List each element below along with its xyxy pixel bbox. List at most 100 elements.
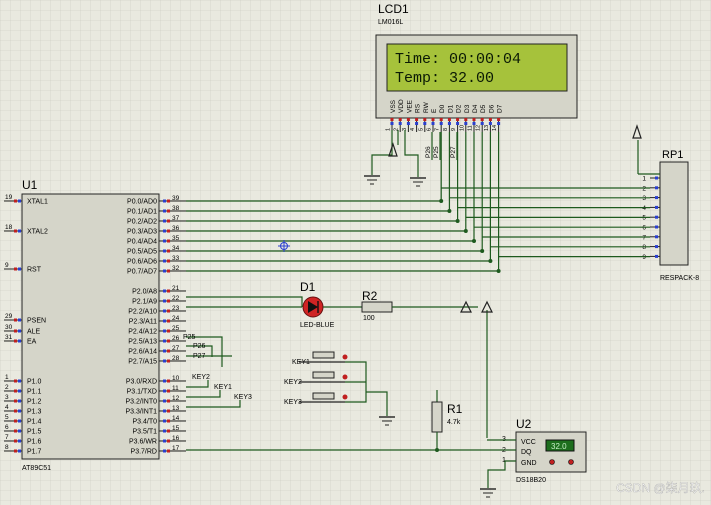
mcu-pin-number: 29 <box>5 313 13 320</box>
rp1-pin-number: 7 <box>642 234 646 241</box>
mcu-pin-name: P3.0/RXD <box>126 379 157 386</box>
mcu-pin-name: RST <box>27 267 42 274</box>
mcu-pin-name: P1.5 <box>27 429 42 436</box>
mcu-pin-number: 9 <box>5 262 9 269</box>
mcu-pin-name: P0.1/AD1 <box>127 209 157 216</box>
rp1-pin-number: 4 <box>642 205 646 212</box>
mcu-pin-name: P3.4/T0 <box>132 419 157 426</box>
mcu-pin-name: P2.3/A11 <box>129 319 157 326</box>
lcd-pin-number: 6 <box>427 128 433 131</box>
lcd-pin-number: 8 <box>443 128 449 131</box>
lcd-pin-label: D6 <box>488 104 495 113</box>
mcu-pin-name: P2.0/A8 <box>132 289 157 296</box>
lcd-pin-label: RS <box>415 103 422 113</box>
mcu-pin-name: P1.6 <box>27 439 42 446</box>
junction <box>439 199 444 203</box>
mcu-pin-name: XTAL2 <box>27 229 48 236</box>
net-p26: P26 <box>193 343 206 350</box>
mcu-pin-number: 34 <box>172 245 180 252</box>
lcd-pin-number: 11 <box>468 125 474 131</box>
lcd-pin-number: 10 <box>459 125 465 131</box>
rp1-ref: RP1 <box>662 149 683 161</box>
mcu-pin-name: P3.5/T1 <box>132 429 157 436</box>
junction <box>455 219 460 223</box>
mcu-pin-number: 30 <box>5 324 13 331</box>
lcd-model: LM016L <box>378 19 403 26</box>
mcu-pin-number: 11 <box>172 385 179 392</box>
mcu-pin-number: 19 <box>5 194 13 201</box>
r1-value: 4.7k <box>447 419 461 426</box>
mcu-pin-name: XTAL1 <box>27 199 48 206</box>
mcu-pin-number: 25 <box>172 325 180 332</box>
mcu-pin-name: P3.2/INT0 <box>125 399 157 406</box>
mcu-pin-number: 28 <box>172 355 180 362</box>
mcu-pin-number: 38 <box>172 205 180 212</box>
lcd-pin-number: 5 <box>418 128 424 131</box>
lcd-pin-label: D1 <box>447 104 454 113</box>
mcu-pin-name: P1.0 <box>27 379 42 386</box>
net-p27: P27 <box>193 353 206 360</box>
mcu-u1[interactable]: U1 AT89C51 19XTAL118XTAL29RST29PSEN30ALE… <box>4 178 186 472</box>
mcu-pin-name: P1.1 <box>27 389 42 396</box>
lcd-pin-number: 14 <box>492 125 498 131</box>
mcu-pin-name: P0.2/AD2 <box>127 219 157 226</box>
lcd-pin-number: 1 <box>386 128 392 131</box>
schematic-canvas: LCD1 LM016L Time: 00:00:04 Temp: 32.00 V… <box>0 0 711 505</box>
mcu-pin-number: 1 <box>5 374 9 381</box>
lcd-pin-label: E <box>431 108 438 113</box>
rp1-pin-number: 9 <box>642 254 646 261</box>
mcu-pin-number: 13 <box>172 405 180 412</box>
net-p25: P25 <box>183 334 196 341</box>
rp1-pin-number: 2 <box>642 185 646 192</box>
mcu-pin-name: ALE <box>27 329 41 336</box>
lcd-pin-label: D3 <box>464 104 471 113</box>
lcd-net-label: P26 <box>425 146 432 158</box>
mcu-pin-number: 18 <box>5 224 13 231</box>
mcu-pin-number: 26 <box>172 335 180 342</box>
mcu-pin-name: P2.1/A9 <box>132 299 157 306</box>
junction <box>463 229 468 233</box>
mcu-pin-number: 21 <box>172 285 180 292</box>
mcu-pin-name: EA <box>27 339 37 346</box>
mcu-pin-number: 32 <box>172 265 180 272</box>
lcd-pin-label: VSS <box>390 99 397 113</box>
rp1-pin-number: 3 <box>642 195 646 202</box>
junction <box>488 259 493 263</box>
mcu-pin-name: P2.5/A13 <box>128 339 157 346</box>
net-key1: KEY1 <box>214 384 232 391</box>
mcu-pin-name: P1.2 <box>27 399 42 406</box>
u2-reading: 32.0 <box>551 442 567 451</box>
mcu-pin-name: PSEN <box>27 318 46 325</box>
mcu-pin-name: P2.7/A15 <box>128 359 157 366</box>
mcu-pin-number: 8 <box>5 444 9 451</box>
mcu-pin-number: 15 <box>172 425 180 432</box>
r2-value: 100 <box>363 315 375 322</box>
mcu-pin-number: 10 <box>172 375 180 382</box>
mcu-pin-number: 33 <box>172 255 180 262</box>
lcd-pin-number: 9 <box>451 128 457 131</box>
junction <box>472 239 476 243</box>
lcd-pin-number: 4 <box>410 128 416 131</box>
junction <box>480 249 485 253</box>
lcd-pin-label: D2 <box>456 104 463 113</box>
mcu-pin-number: 12 <box>172 395 180 402</box>
mcu-pin-name: P0.6/AD6 <box>127 259 157 266</box>
mcu-pin-number: 35 <box>172 235 180 242</box>
mcu-pin-number: 17 <box>172 445 180 452</box>
lcd-net-label: P27 <box>450 146 457 158</box>
mcu-pin-name: P3.1/TXD <box>127 389 157 396</box>
u2-pin-dq: DQ <box>521 449 532 456</box>
rp1-pin-number: 8 <box>642 244 646 251</box>
d1-model: LED-BLUE <box>300 322 335 329</box>
mcu-pin-name: P2.4/A12 <box>128 329 157 336</box>
net-key3: KEY3 <box>234 394 252 401</box>
u2-ref: U2 <box>516 417 532 431</box>
r2-ref: R2 <box>362 289 378 303</box>
mcu-pin-number: 2 <box>5 384 9 391</box>
mcu-pin-number: 6 <box>5 424 9 431</box>
rp1-model: RESPACK-8 <box>660 275 699 282</box>
rp1-pin-number: 6 <box>642 225 646 232</box>
lcd-net-label: P25 <box>433 146 440 158</box>
mcu-pin-number: 22 <box>172 295 180 302</box>
mcu-pin-number: 31 <box>5 334 13 341</box>
